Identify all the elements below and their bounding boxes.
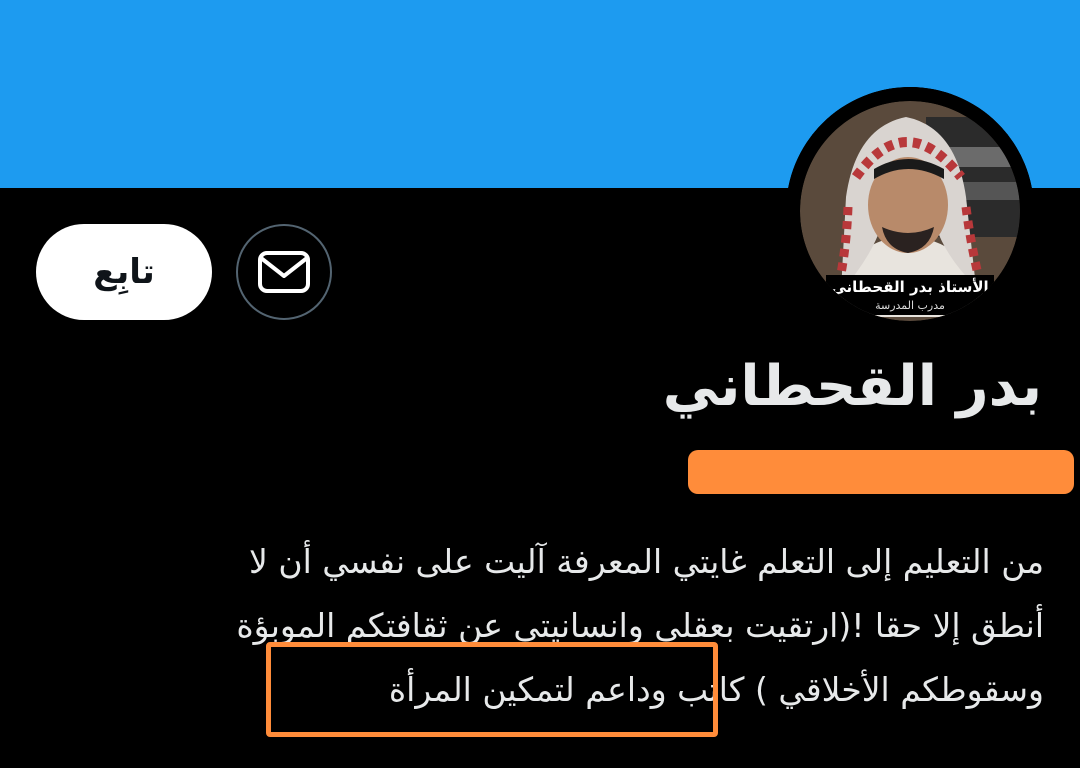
- avatar-photo: الأستاذ بدر القحطاني مدرب المدرسة: [786, 87, 1034, 335]
- redacted-handle: [688, 450, 1074, 494]
- display-name: بدر القحطاني: [662, 354, 1042, 419]
- bio-line-1: من التعليم إلى التعلم غايتي المعرفة آليت…: [249, 542, 1044, 581]
- avatar-caption-line1: الأستاذ بدر القحطاني: [831, 278, 988, 296]
- annotation-highlight-box: [266, 642, 718, 737]
- message-button[interactable]: [236, 224, 332, 320]
- bio-line-3-start: وسقوطكم الأخلاقي ): [755, 670, 1044, 709]
- follow-button[interactable]: تابِع: [36, 224, 212, 320]
- profile-page: الأستاذ بدر القحطاني مدرب المدرسة تابِع …: [0, 0, 1080, 768]
- avatar[interactable]: الأستاذ بدر القحطاني مدرب المدرسة: [786, 87, 1034, 335]
- avatar-caption-line2: مدرب المدرسة: [875, 299, 945, 312]
- envelope-icon: [258, 251, 310, 293]
